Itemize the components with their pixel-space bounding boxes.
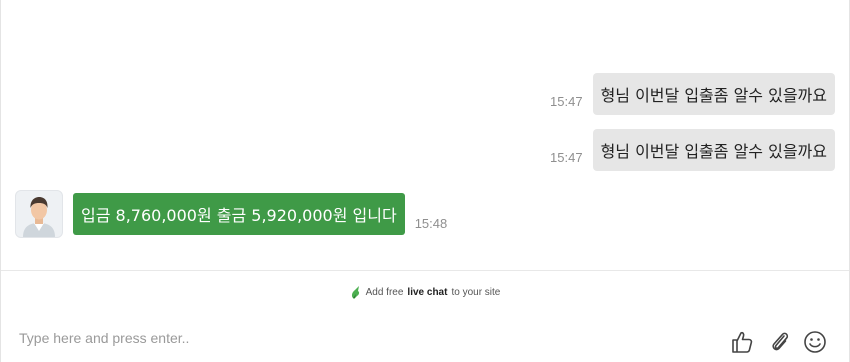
smiley-icon[interactable] [802, 329, 828, 355]
thumbs-up-icon[interactable] [729, 329, 755, 355]
paperclip-icon[interactable] [767, 329, 793, 355]
promo-link-text[interactable]: live chat [407, 287, 447, 298]
promo-suffix: to your site [451, 286, 501, 298]
promo-prefix: Add free [365, 286, 404, 298]
message-time: 15:47 [550, 150, 583, 165]
message-bubble: 형님 이번달 입출좀 알수 있을까요 [592, 73, 835, 115]
message-bubble: 입금 8,760,000원 출금 5,920,000원 입니다 [73, 193, 405, 235]
avatar [15, 190, 63, 238]
divider [1, 270, 849, 271]
composer [1, 320, 849, 362]
livechat-logo-icon [351, 286, 359, 299]
message-bubble: 형님 이번달 입출좀 알수 있을까요 [592, 129, 835, 171]
chat-widget: 15:47 형님 이번달 입출좀 알수 있을까요 15:47 형님 이번달 입출… [0, 0, 850, 362]
message-outgoing: 15:47 형님 이번달 입출좀 알수 있을까요 [550, 129, 835, 171]
promo-link[interactable]: Add free live chat to your site [1, 285, 849, 299]
message-input[interactable] [19, 330, 619, 346]
message-incoming: 입금 8,760,000원 출금 5,920,000원 입니다 15:48 [15, 190, 447, 238]
message-time: 15:48 [414, 215, 448, 231]
message-list[interactable]: 15:47 형님 이번달 입출좀 알수 있을까요 15:47 형님 이번달 입출… [1, 0, 849, 270]
message-outgoing: 15:47 형님 이번달 입출좀 알수 있을까요 [550, 73, 835, 115]
agent-avatar-icon [23, 197, 55, 237]
message-time: 15:47 [550, 94, 583, 109]
